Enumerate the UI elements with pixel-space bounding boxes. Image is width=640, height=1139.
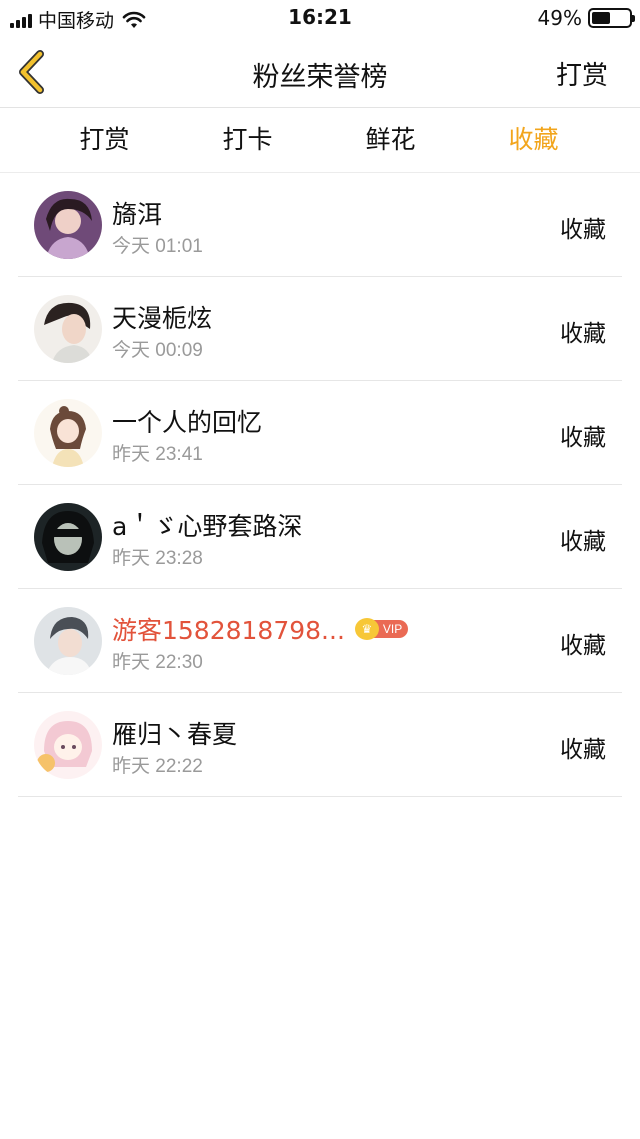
list-item[interactable]: 游客1582818798... ♛ VIP 昨天 22:30 收藏: [18, 589, 622, 693]
tab-flowers[interactable]: 鲜花: [319, 109, 462, 172]
reward-button[interactable]: 打赏: [556, 55, 608, 92]
tab-reward[interactable]: 打赏: [33, 109, 176, 172]
name-line: 雁归丶春夏: [112, 715, 237, 751]
list-item[interactable]: 雁归丶春夏 昨天 22:22 收藏: [18, 693, 622, 797]
list-item[interactable]: a＇ゞ心野套路深 昨天 23:28 收藏: [18, 485, 622, 589]
name-line: a＇ゞ心野套路深: [112, 507, 302, 543]
vip-badge: ♛ VIP: [354, 618, 409, 640]
name-line: 游客1582818798... ♛ VIP: [112, 611, 409, 647]
nav-bar: 粉丝荣誉榜 打赏: [0, 36, 640, 108]
fan-time: 昨天 23:41: [112, 444, 203, 465]
action-label: 收藏: [560, 737, 606, 763]
fan-name: 旖洱: [112, 200, 163, 229]
action-label: 收藏: [560, 425, 606, 451]
list-item[interactable]: 旖洱 今天 01:01 收藏: [18, 173, 622, 277]
fan-name: 游客1582818798...: [112, 616, 345, 645]
avatar[interactable]: [34, 503, 102, 571]
battery-fill: [592, 12, 610, 24]
fan-name: 天漫栀炫: [112, 304, 213, 333]
list-item[interactable]: 天漫栀炫 今天 00:09 收藏: [18, 277, 622, 381]
tab-checkin[interactable]: 打卡: [176, 109, 319, 172]
action-label: 收藏: [560, 217, 606, 243]
avatar[interactable]: [34, 399, 102, 467]
battery-percent: 49%: [537, 6, 582, 30]
action-label: 收藏: [560, 633, 606, 659]
avatar[interactable]: [34, 607, 102, 675]
page-title: 粉丝荣誉榜: [252, 62, 388, 93]
action-label: 收藏: [560, 529, 606, 555]
fan-name: 一个人的回忆: [112, 408, 263, 437]
battery-icon: [588, 8, 635, 28]
tab-favorites[interactable]: 收藏: [462, 109, 605, 172]
name-line: 旖洱: [112, 195, 162, 231]
fan-name: 雁归丶春夏: [112, 720, 238, 749]
crown-icon: ♛: [354, 618, 379, 640]
status-bar: 中国移动 16:21 49%: [0, 0, 640, 36]
fan-name: a＇ゞ心野套路深: [112, 512, 303, 541]
action-label: 收藏: [560, 321, 606, 347]
name-line: 天漫栀炫: [112, 299, 212, 335]
fan-time: 昨天 23:28: [112, 548, 203, 569]
fan-time: 昨天 22:30: [112, 652, 203, 673]
name-line: 一个人的回忆: [112, 403, 262, 439]
status-right: 49%: [537, 6, 635, 30]
fan-time: 昨天 22:22: [112, 756, 203, 777]
avatar[interactable]: [34, 295, 102, 363]
list-item[interactable]: 一个人的回忆 昨天 23:41 收藏: [18, 381, 622, 485]
fan-time: 今天 01:01: [112, 236, 203, 257]
avatar[interactable]: [34, 191, 102, 259]
tab-bar: 打赏 打卡 鲜花 收藏: [0, 109, 640, 173]
fan-time: 今天 00:09: [112, 340, 203, 361]
fan-list: 旖洱 今天 01:01 收藏 天漫栀炫 今天 00:09 收藏 一个人的回忆 昨…: [0, 173, 640, 797]
avatar[interactable]: [34, 711, 102, 779]
